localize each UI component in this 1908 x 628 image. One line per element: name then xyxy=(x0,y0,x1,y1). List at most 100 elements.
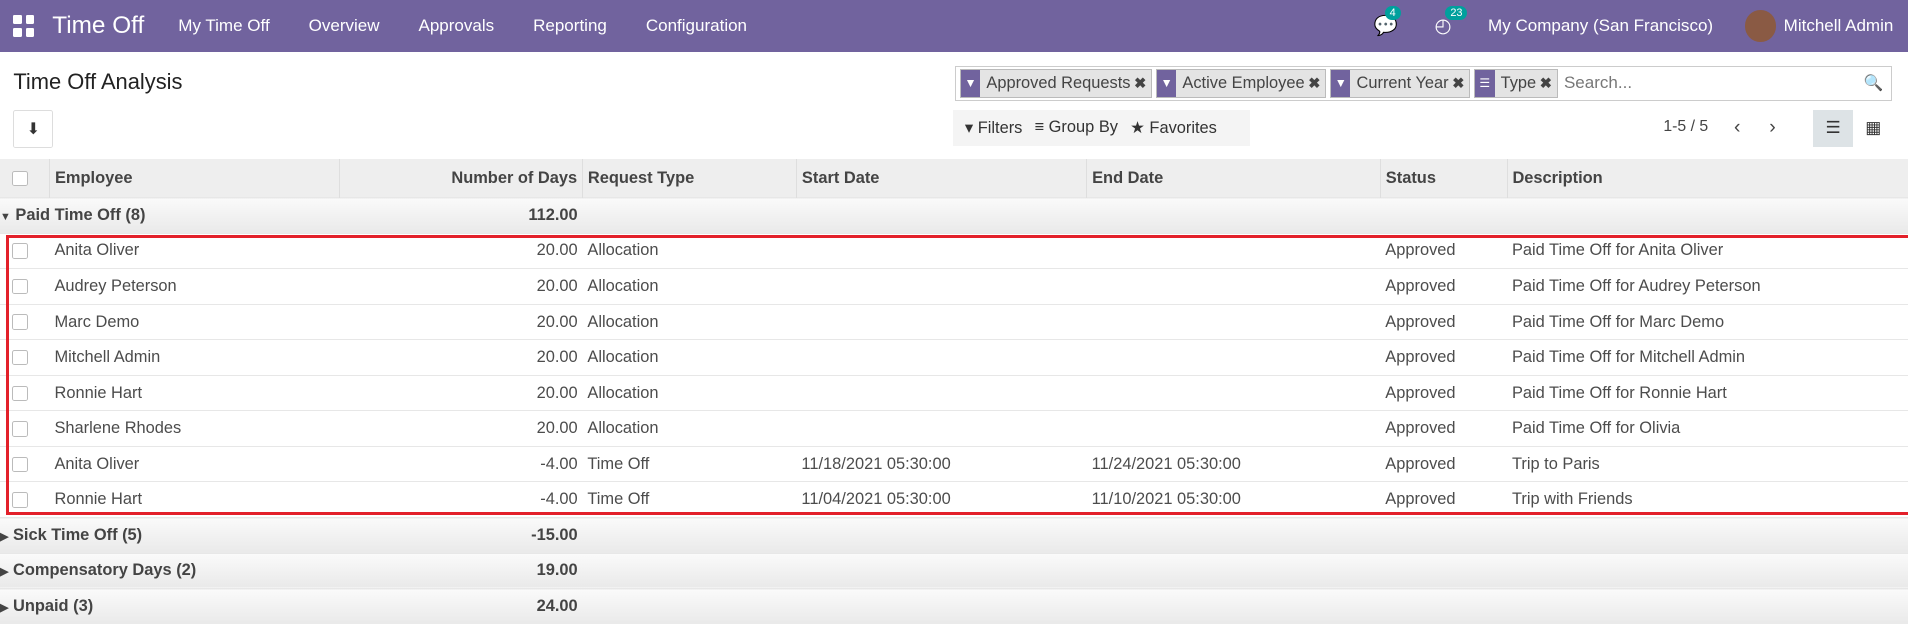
cell: Trip with Friends xyxy=(1507,481,1908,518)
search-facet: ☰ Type ✖ xyxy=(1474,68,1558,98)
pivot-view-button[interactable]: ▦ xyxy=(1853,110,1893,148)
cell: Marc Demo xyxy=(49,303,340,340)
caret-down-icon: ▼ xyxy=(0,210,11,223)
cell: Trip to Paris xyxy=(1507,445,1908,482)
cell xyxy=(1086,303,1381,340)
cell: Paid Time Off for Mitchell Admin xyxy=(1507,339,1908,376)
cell: Approved xyxy=(1380,410,1508,447)
cell: Paid Time Off for Audrey Peterson xyxy=(1507,268,1908,305)
table-row[interactable]: Sharlene Rhodes 20.00 Allocation Approved Pa… xyxy=(0,410,1908,447)
column-header[interactable]: Number of Days xyxy=(339,159,583,198)
column-header[interactable]: Status xyxy=(1379,159,1508,198)
avatar[interactable] xyxy=(1744,10,1777,42)
table-row[interactable]: Mitchell Admin 20.00 Allocation Approved Pai… xyxy=(0,339,1908,376)
row-checkbox[interactable] xyxy=(0,268,50,305)
cell xyxy=(796,339,1087,376)
group-row[interactable]: ▶ Sick Time Off (5) -15.00 xyxy=(0,517,1908,554)
search-input[interactable] xyxy=(1561,68,1847,98)
row-checkbox[interactable] xyxy=(0,445,50,482)
cell: Ronnie Hart xyxy=(49,374,340,411)
row-checkbox[interactable] xyxy=(0,303,50,340)
column-header[interactable]: Employee xyxy=(49,159,340,198)
user-menu[interactable]: Mitchell Admin xyxy=(1784,16,1894,36)
remove-facet-icon[interactable]: ✖ xyxy=(1452,75,1469,92)
app-name[interactable]: Time Off xyxy=(52,12,144,40)
cell: Time Off xyxy=(582,445,797,482)
cell: Allocation xyxy=(582,339,797,376)
cell xyxy=(1086,374,1381,411)
caret-right-icon: ▶ xyxy=(0,530,9,543)
page-title: Time Off Analysis xyxy=(13,69,183,95)
menu-reporting[interactable]: Reporting xyxy=(533,16,607,36)
cell: Approved xyxy=(1380,481,1508,518)
filter-icon: ▼ xyxy=(1330,69,1351,97)
group-row[interactable]: ▼ Paid Time Off (8) 112.00 xyxy=(0,197,1908,234)
row-checkbox[interactable] xyxy=(0,232,50,269)
menu-configuration[interactable]: Configuration xyxy=(646,16,747,36)
remove-facet-icon[interactable]: ✖ xyxy=(1308,75,1325,92)
group-row[interactable]: ▶ Compensatory Days (2) 19.00 xyxy=(0,552,1908,589)
row-checkbox[interactable] xyxy=(0,410,50,447)
filter-bar: ▾ Filters ≡ Group By ★ Favorites xyxy=(952,109,1250,146)
group-by-button[interactable]: ≡ Group By xyxy=(1035,118,1118,137)
cell: 20.00 xyxy=(339,268,583,305)
download-icon: ⬇ xyxy=(26,120,40,138)
cell xyxy=(796,374,1087,411)
cell xyxy=(1086,410,1381,447)
table-row[interactable]: Anita Oliver 20.00 Allocation Approved Paid … xyxy=(0,232,1908,269)
row-checkbox[interactable] xyxy=(0,374,50,411)
table-row[interactable]: Audrey Peterson 20.00 Allocation Approved Pa… xyxy=(0,268,1908,305)
menu-my-time-off[interactable]: My Time Off xyxy=(178,16,269,36)
cell: -4.00 xyxy=(339,481,583,518)
cell xyxy=(796,232,1087,269)
company-switcher[interactable]: My Company (San Francisco) xyxy=(1488,16,1713,36)
menu-overview[interactable]: Overview xyxy=(309,16,380,36)
table-row[interactable]: Marc Demo 20.00 Allocation Approved Paid Tim… xyxy=(0,303,1908,340)
cell: Paid Time Off for Ronnie Hart xyxy=(1507,374,1908,411)
messages-icon[interactable]: 💬 4 xyxy=(1374,5,1401,38)
column-header[interactable]: Request Type xyxy=(582,159,797,198)
list-view-button[interactable]: ☰ xyxy=(1813,109,1854,148)
caret-right-icon: ▶ xyxy=(0,566,9,579)
pager-value[interactable]: 1-5 / 5 xyxy=(1663,118,1708,136)
cell: Paid Time Off for Anita Oliver xyxy=(1507,232,1908,269)
apps-menu-icon[interactable] xyxy=(13,15,35,38)
cell xyxy=(796,268,1087,305)
cell: Approved xyxy=(1380,445,1508,482)
cell: Audrey Peterson xyxy=(49,268,340,305)
cell: Anita Oliver xyxy=(49,232,340,269)
download-button[interactable]: ⬇ xyxy=(13,109,54,148)
previous-page-icon[interactable]: ‹ xyxy=(1734,116,1740,139)
remove-facet-icon[interactable]: ✖ xyxy=(1540,75,1557,92)
cell: Paid Time Off for Marc Demo xyxy=(1507,303,1908,340)
table-row[interactable]: Ronnie Hart -4.00 Time Off 11/04/2021 05:30… xyxy=(0,481,1908,518)
cell: 20.00 xyxy=(339,410,583,447)
remove-facet-icon[interactable]: ✖ xyxy=(1134,75,1151,92)
search-bar: ▼ Approved Requests ✖ ▼ Active Employee ✖ ▼ Cur… xyxy=(955,65,1892,101)
column-header[interactable]: End Date xyxy=(1086,159,1381,198)
menu-approvals[interactable]: Approvals xyxy=(418,16,494,36)
group-total: 112.00 xyxy=(339,197,583,234)
cell: Sharlene Rhodes xyxy=(49,410,340,447)
cell: Approved xyxy=(1380,268,1508,305)
table-row[interactable]: Anita Oliver -4.00 Time Off 11/18/2021 05:3… xyxy=(0,445,1908,482)
group-icon: ☰ xyxy=(1475,69,1495,97)
favorites-button[interactable]: ★ Favorites xyxy=(1130,118,1217,138)
column-header[interactable]: Description xyxy=(1506,159,1908,198)
row-checkbox[interactable] xyxy=(0,481,50,518)
next-page-icon[interactable]: › xyxy=(1769,116,1775,139)
cell: Approved xyxy=(1380,303,1508,340)
cell xyxy=(1086,232,1381,269)
group-total: 24.00 xyxy=(339,588,583,624)
select-all-checkbox[interactable] xyxy=(0,159,50,198)
column-header[interactable]: Start Date xyxy=(796,159,1087,198)
cell: -4.00 xyxy=(339,445,583,482)
activities-icon[interactable]: ◴ 23 xyxy=(1435,5,1468,38)
table-row[interactable]: Ronnie Hart 20.00 Allocation Approved Paid T… xyxy=(0,374,1908,411)
row-checkbox[interactable] xyxy=(0,339,50,376)
search-icon[interactable]: 🔍 xyxy=(1864,73,1884,93)
filters-button[interactable]: ▾ Filters xyxy=(965,118,1022,138)
cell: 11/18/2021 05:30:00 xyxy=(796,445,1087,482)
group-row[interactable]: ▶ Unpaid (3) 24.00 xyxy=(0,588,1908,624)
cell xyxy=(796,410,1087,447)
